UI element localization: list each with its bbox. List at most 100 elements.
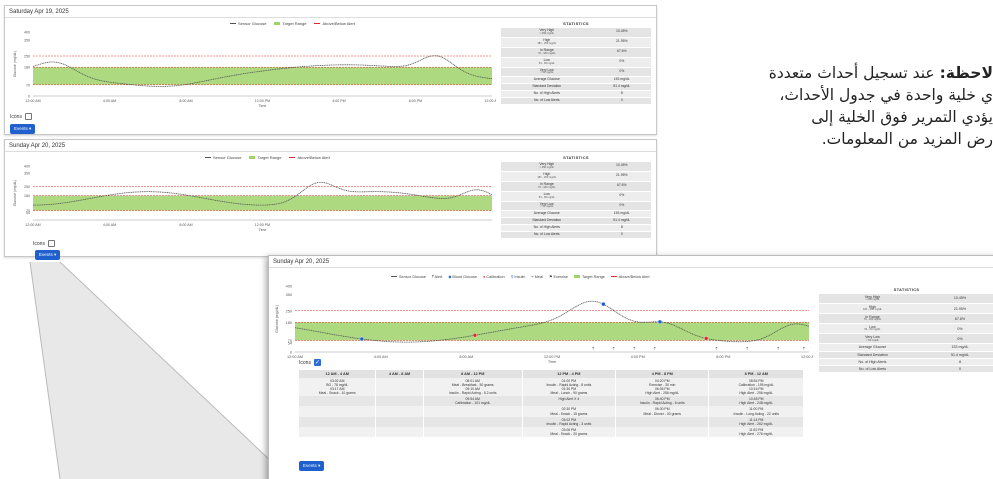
events-cell[interactable]: 03:02 AM BG - 78 mg/dL 03:17 AM Meal - Snac… bbox=[299, 378, 377, 397]
events-cell bbox=[299, 416, 377, 427]
events-cell[interactable]: 08:54 PM Calibration - 195 mg/dL 10:16 PM H… bbox=[708, 378, 804, 397]
events-column-header: 12 PM - 4 PM bbox=[522, 370, 617, 378]
events-cell bbox=[423, 426, 523, 437]
legend-abovebelow: Above/Below Alert bbox=[610, 275, 650, 279]
blood-glucose-marker bbox=[359, 336, 365, 342]
events-cell[interactable]: 03:06 PM Meal - Snack - 20 grams bbox=[522, 426, 617, 437]
x-tick-label: 12:00 PM bbox=[544, 355, 560, 359]
x-tick-label: 4:00 PM bbox=[631, 355, 645, 359]
legend-blood: ◆ Blood Glucose bbox=[448, 275, 478, 279]
alert-icon: ⤒ bbox=[777, 346, 779, 351]
alert-icon: ⤒ bbox=[592, 346, 594, 351]
events-cell bbox=[375, 426, 424, 437]
alert-icon: ⤒ bbox=[803, 346, 805, 351]
icons-toggle[interactable]: Icons ✓ bbox=[299, 359, 321, 366]
note-line-3: يؤدي التمرير فوق الخلية إلى bbox=[811, 108, 993, 126]
x-tick-label: 12:00 AM bbox=[801, 355, 813, 359]
note-line-1: لاحظة: عند تسجيل أحداث متعددة bbox=[768, 64, 993, 82]
legend-meal: ⑂ Meal bbox=[531, 274, 543, 279]
events-cell bbox=[615, 426, 710, 437]
events-cell bbox=[615, 416, 710, 427]
y-axis-label: Glucose (mg/dL) bbox=[275, 304, 279, 333]
events-cell[interactable]: 01:00 PM Insulin - Rapid Acting - 8 units… bbox=[522, 378, 617, 397]
events-cell bbox=[423, 406, 523, 417]
legend-alert: ⤒ Alert bbox=[432, 274, 443, 279]
events-cell[interactable]: 09:54 AM Calibration - 101 mg/dL bbox=[423, 396, 523, 407]
stats-row: In Range 70 - 180 mg/dL 67.6% bbox=[819, 313, 993, 325]
stats-row: Low 54 - 69 mg/dL 0% bbox=[819, 323, 993, 335]
events-cell[interactable]: 02:30 PM Meal - Snack - 15 grams bbox=[522, 406, 617, 417]
events-cell bbox=[375, 396, 424, 407]
legend-target: Target Range bbox=[574, 275, 605, 279]
y-tick-label: 180 bbox=[286, 321, 292, 325]
legend-calibration: ● Calibration bbox=[483, 274, 505, 279]
y-tick-label: 54 bbox=[288, 342, 292, 346]
events-cell bbox=[375, 416, 424, 427]
stats-row: Average Glucose 153 mg/dL bbox=[819, 343, 993, 352]
note-line-2: ي خلية واحدة في جدول الأحداث، bbox=[779, 86, 993, 104]
events-button[interactable]: Events ▾ bbox=[299, 461, 325, 471]
icons-checkbox[interactable]: ✓ bbox=[313, 359, 321, 366]
legend-exercise: ⚑ Exercise bbox=[548, 275, 568, 279]
events-cell bbox=[299, 406, 377, 417]
alert-icon: ⤒ bbox=[654, 346, 656, 351]
events-cell[interactable]: High Alert X 4 bbox=[522, 396, 617, 407]
alert-icon: ⤒ bbox=[633, 346, 635, 351]
events-cell[interactable]: 11:52 PM High Alert - 276 mg/dL bbox=[708, 426, 804, 437]
stats-row: No. of High Alerts 8 bbox=[819, 358, 993, 366]
target-range-band bbox=[295, 322, 809, 341]
stats-row: Very Low < 54 mg/dL 0% bbox=[819, 333, 993, 345]
events-row: 02:30 PM Meal - Snack - 15 grams 06:30 PM M… bbox=[299, 406, 804, 417]
alert-icon: ⤒ bbox=[613, 346, 615, 351]
events-cell[interactable]: 03:02 PM Insulin - Rapid Acting - 3 units bbox=[522, 416, 617, 427]
stats-row: Very High > 250 mg/dL 10.45% bbox=[819, 294, 993, 305]
note-callout: لاحظة: عند تسجيل أحداث متعددة ي خلية واح… bbox=[688, 62, 993, 150]
legend-insulin: ⚲ Insulin bbox=[510, 275, 526, 279]
y-tick-label: 350 bbox=[286, 293, 292, 297]
statistics-title: STATISTICS bbox=[893, 287, 920, 292]
insulin-marker bbox=[601, 301, 606, 307]
events-cell bbox=[423, 416, 523, 427]
events-cell[interactable]: 06:40 PM Insulin - Rapid Acting - 6 units bbox=[615, 396, 710, 407]
statistics-table: STATISTICS Very High > 250 mg/dL 10.45% High… bbox=[819, 286, 993, 373]
x-tick-label: 8:00 AM bbox=[459, 355, 473, 359]
events-row: 03:02 AM BG - 78 mg/dL 03:17 AM Meal - Snac… bbox=[299, 378, 804, 397]
x-axis-label: Time bbox=[548, 360, 556, 364]
y-tick-label: 0 bbox=[290, 351, 292, 355]
calibration-marker bbox=[472, 333, 478, 338]
glucose-chart: 4003502501807054012:00 AM 4:00 AM 8:00 AM 1… bbox=[275, 285, 813, 365]
stats-row: No. of Low Alerts 0 bbox=[819, 365, 993, 373]
events-cell bbox=[299, 426, 377, 437]
events-row: 03:06 PM Meal - Snack - 20 grams 11:52 PM H… bbox=[299, 426, 804, 437]
panel-date: Sunday Apr 20, 2025 bbox=[269, 256, 993, 268]
legend-sensor: Sensor Glucose bbox=[391, 275, 426, 279]
events-cell[interactable]: 06:30 PM Meal - Dinner - 30 grams bbox=[615, 406, 710, 417]
events-cell[interactable]: 08:01 AM Meal - Breakfast - 50 grams 09:10… bbox=[423, 378, 523, 397]
alert-icon: ⤒ bbox=[716, 346, 718, 351]
events-table: 12 AM - 4 AM 4 AM - 8 AM 8 AM - 12 PM 12 PM… bbox=[299, 370, 804, 437]
x-tick-label: 4:00 AM bbox=[374, 355, 388, 359]
events-cell[interactable]: 11:00 PM Insulin - Long Acting - 22 units bbox=[708, 406, 804, 417]
chart-legend: Sensor Glucose ⤒ Alert ◆ Blood Glucose ●… bbox=[391, 274, 650, 279]
stats-row: High 181 - 250 mg/dL 21.95% bbox=[819, 303, 993, 315]
y-tick-label: 250 bbox=[286, 309, 292, 313]
stats-row: Standard Deviation 51.4 mg/dL bbox=[819, 351, 993, 359]
events-column-header: 4 AM - 8 AM bbox=[375, 370, 424, 378]
events-cell[interactable]: 11:14 PM High Alert - 262 mg/dL bbox=[708, 416, 804, 427]
events-cell[interactable]: 10:48 PM High Alert - 248 mg/dL bbox=[708, 396, 804, 407]
y-tick-label: 400 bbox=[286, 285, 292, 289]
events-cell bbox=[375, 406, 424, 417]
events-column-header: 8 PM - 12 AM bbox=[708, 370, 804, 378]
events-column-header: 4 PM - 8 PM bbox=[615, 370, 710, 378]
events-cell bbox=[375, 378, 424, 397]
events-row: 09:54 AM Calibration - 101 mg/dL High Aler… bbox=[299, 396, 804, 407]
note-line-4: رض المزيد من المعلومات. bbox=[821, 130, 993, 148]
events-cell bbox=[299, 396, 377, 407]
events-cell[interactable]: 04:20 PM Exercise - 30 min 06:36 PM High Al… bbox=[615, 378, 710, 397]
events-column-header: 12 AM - 4 AM bbox=[299, 370, 377, 378]
events-row: 03:02 PM Insulin - Rapid Acting - 3 units… bbox=[299, 416, 804, 427]
insulin-marker bbox=[657, 319, 663, 325]
zoomed-panel: Sunday Apr 20, 2025 Sensor Glucose ⤒ Ale… bbox=[268, 255, 993, 479]
calibration-marker bbox=[704, 336, 709, 341]
alert-icon: ⤒ bbox=[746, 346, 748, 351]
